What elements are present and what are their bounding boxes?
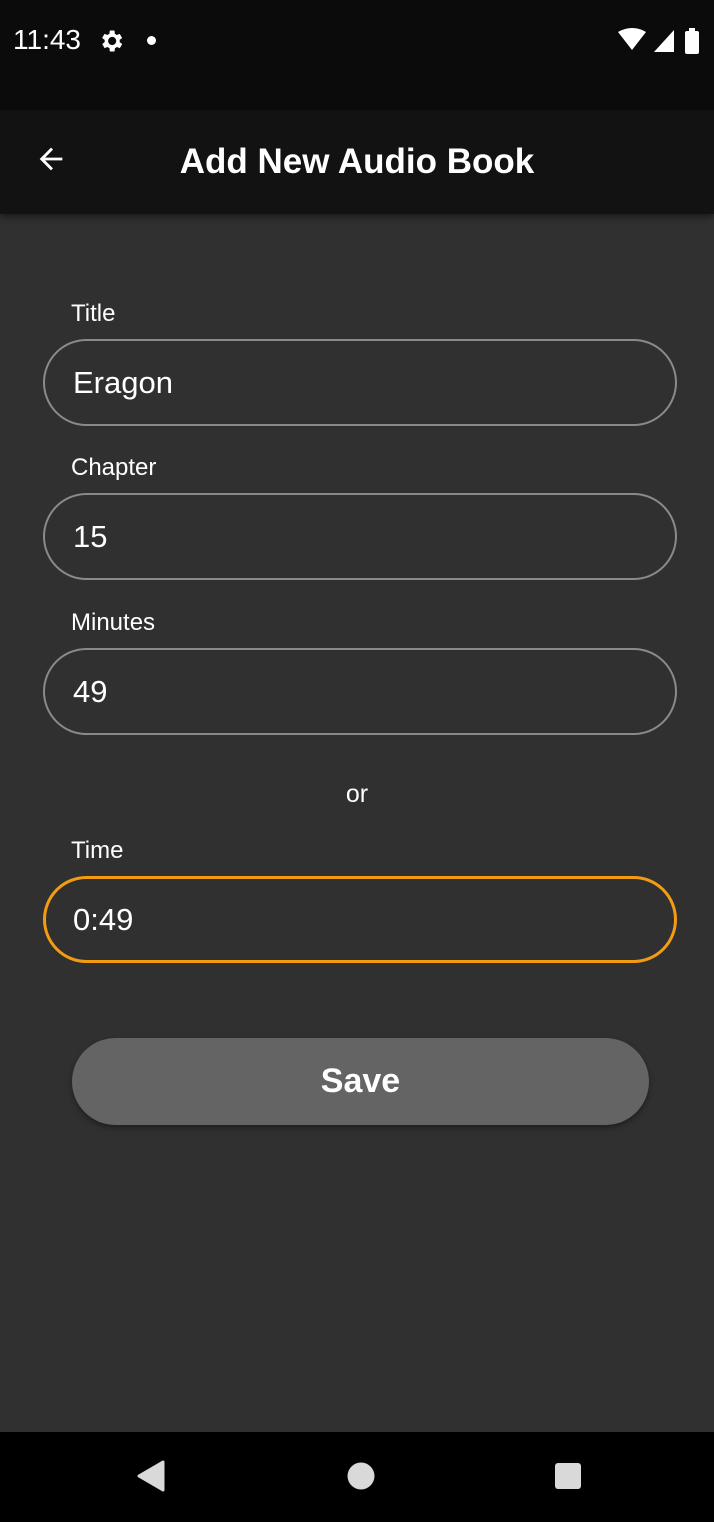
- home-circle-icon: [346, 1461, 376, 1496]
- wifi-icon: [618, 28, 646, 50]
- time-input[interactable]: [43, 876, 677, 963]
- nav-home-button[interactable]: [331, 1448, 391, 1508]
- back-triangle-icon: [135, 1460, 165, 1497]
- title-input[interactable]: [43, 339, 677, 426]
- status-icons: [618, 28, 708, 54]
- recents-square-icon: [554, 1462, 582, 1495]
- notification-dot-icon: [147, 36, 156, 45]
- status-time: 11:43: [13, 24, 81, 55]
- battery-icon: [685, 28, 699, 54]
- or-separator: or: [345, 780, 369, 808]
- system-nav-bar: [0, 1432, 714, 1522]
- nav-recents-button[interactable]: [538, 1448, 598, 1508]
- save-button[interactable]: Save: [72, 1038, 649, 1125]
- chapter-input[interactable]: [43, 493, 677, 580]
- title-label: Title: [71, 300, 116, 327]
- page-title: Add New Audio Book: [179, 142, 535, 181]
- gear-icon: [97, 27, 125, 55]
- time-label: Time: [71, 837, 124, 864]
- signal-icon: [654, 30, 674, 52]
- minutes-label: Minutes: [71, 609, 156, 636]
- app-bar: Add New Audio Book: [0, 110, 714, 214]
- nav-back-button[interactable]: [120, 1448, 180, 1508]
- status-bar: 11:43: [0, 0, 714, 110]
- minutes-input[interactable]: [43, 648, 677, 735]
- chapter-label: Chapter: [71, 454, 157, 481]
